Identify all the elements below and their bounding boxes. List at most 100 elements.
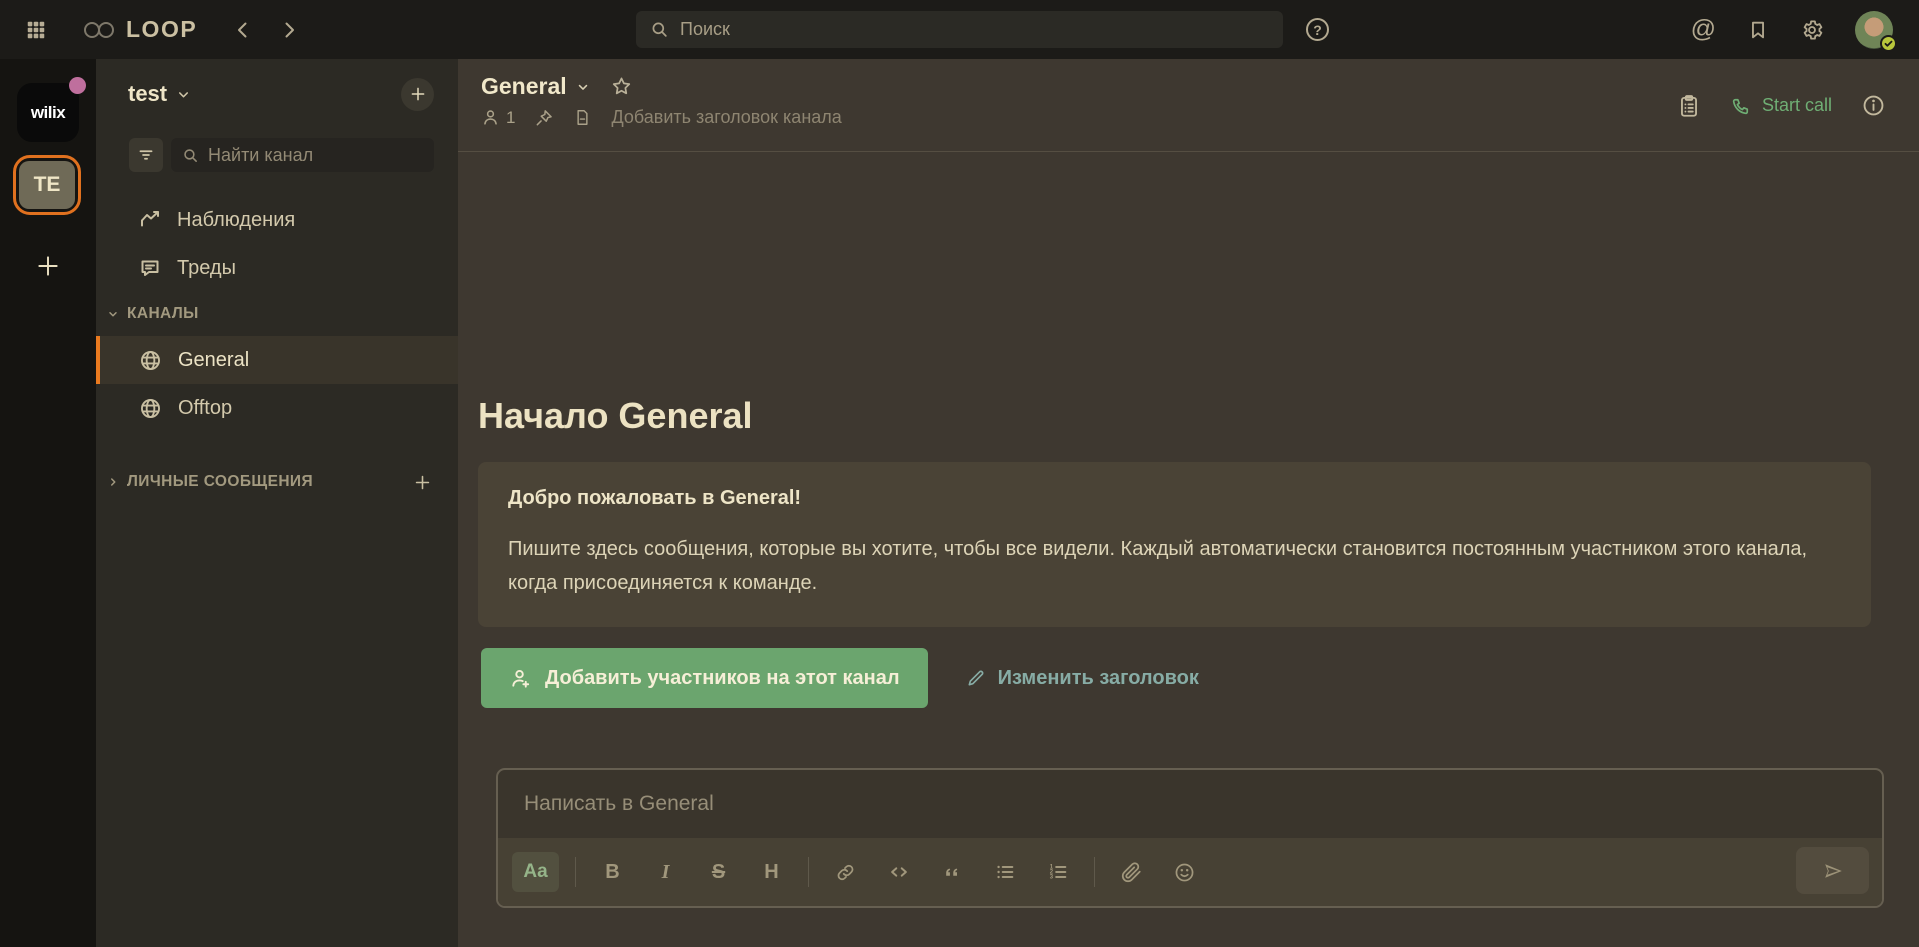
bullet-list-button[interactable] — [988, 852, 1021, 892]
welcome-card: Добро пожаловать в General! Пишите здесь… — [478, 462, 1871, 627]
edit-header-label: Изменить заголовок — [998, 667, 1199, 690]
header-right-cluster: @ — [1691, 0, 1893, 59]
team-button-te[interactable]: TE — [13, 155, 81, 215]
member-count: 1 — [506, 108, 515, 128]
send-button[interactable] — [1796, 847, 1869, 894]
toolbar-divider — [1094, 857, 1095, 887]
settings-gear-icon[interactable] — [1800, 18, 1824, 42]
formatting-toolbar: Aa B I S H 123 — [498, 838, 1882, 906]
saved-posts-icon[interactable] — [1747, 19, 1769, 41]
search-icon — [182, 147, 199, 164]
section-label: КАНАЛЫ — [127, 305, 432, 323]
help-circle-icon[interactable]: ? — [1306, 18, 1329, 41]
add-channel-button[interactable] — [401, 78, 434, 111]
global-search-input[interactable] — [680, 19, 1269, 40]
header-left-cluster: LOOP — [0, 0, 301, 59]
global-header: LOOP ? @ — [0, 0, 1919, 59]
channel-header: General 1 Добавить за — [458, 59, 1919, 152]
channel-sidebar: test Наблюдения — [96, 59, 458, 947]
plus-icon — [413, 473, 432, 492]
code-icon — [888, 861, 910, 883]
history-nav — [231, 18, 301, 42]
favorite-star-icon[interactable] — [610, 75, 633, 98]
edit-header-button[interactable]: Изменить заголовок — [966, 667, 1199, 690]
workspace-logo[interactable]: wilix — [17, 83, 79, 142]
paperclip-icon — [1121, 862, 1142, 883]
global-search[interactable] — [636, 11, 1283, 48]
channel-label: Offtop — [178, 397, 232, 420]
sidebar-nav: Наблюдения Треды — [96, 196, 458, 292]
sidebar-item-label: Наблюдения — [177, 209, 295, 232]
code-button[interactable] — [882, 852, 915, 892]
channel-item-offtop[interactable]: Offtop — [96, 384, 458, 432]
start-call-label: Start call — [1762, 95, 1832, 116]
sidebar-item-label: Треды — [177, 257, 236, 280]
welcome-text: Пишите здесь сообщения, которые вы хотит… — [508, 532, 1841, 600]
person-add-icon — [509, 667, 532, 690]
sidebar-item-insights[interactable]: Наблюдения — [96, 196, 458, 244]
link-button[interactable] — [829, 852, 862, 892]
add-members-button[interactable]: Добавить участников на этот канал — [481, 648, 928, 708]
sidebar-search-row — [129, 138, 434, 172]
channel-search-input[interactable] — [208, 145, 423, 166]
sidebar-header: test — [128, 76, 434, 112]
search-icon — [650, 20, 669, 39]
channel-tasks-icon[interactable] — [1676, 93, 1702, 119]
link-icon — [835, 862, 856, 883]
numbered-list-button[interactable]: 123 — [1041, 852, 1074, 892]
phone-icon — [1731, 96, 1751, 116]
app-logo-text: LOOP — [126, 16, 197, 43]
quote-button[interactable] — [935, 852, 968, 892]
history-forward-button[interactable] — [277, 18, 301, 42]
bold-button[interactable]: B — [596, 852, 629, 892]
team-menu-button[interactable]: test — [128, 81, 191, 107]
channel-intro-title: Начало General — [478, 395, 753, 437]
bullet-list-icon — [994, 861, 1016, 883]
add-team-button[interactable] — [35, 253, 61, 279]
attach-file-button[interactable] — [1115, 852, 1148, 892]
text-format-button[interactable]: Aa — [512, 852, 559, 892]
start-call-button[interactable]: Start call — [1731, 95, 1832, 116]
channel-search[interactable] — [171, 138, 434, 172]
section-direct-messages[interactable]: ЛИЧНЫЕ СООБЩЕНИЯ — [96, 460, 458, 504]
user-avatar[interactable] — [1855, 11, 1893, 49]
send-icon — [1821, 859, 1845, 883]
strikethrough-button[interactable]: S — [702, 852, 735, 892]
channel-header-actions: Start call — [1676, 59, 1886, 152]
channel-item-general[interactable]: General — [96, 336, 458, 384]
italic-button[interactable]: I — [649, 852, 682, 892]
help-glyph: ? — [1313, 22, 1322, 38]
chevron-down-icon — [176, 87, 191, 102]
section-channels[interactable]: КАНАЛЫ — [96, 292, 458, 336]
add-channel-header-button[interactable]: Добавить заголовок канала — [611, 107, 841, 128]
quote-icon — [942, 862, 962, 882]
heading-button[interactable]: H — [755, 852, 788, 892]
chevron-down-icon — [107, 308, 119, 320]
svg-text:3: 3 — [1049, 875, 1053, 881]
channel-title: General — [481, 73, 567, 100]
app-grid-icon[interactable] — [25, 19, 47, 41]
online-status-badge — [1880, 35, 1897, 52]
channel-filter-button[interactable] — [129, 138, 163, 172]
message-input[interactable] — [498, 770, 1882, 838]
app-root: LOOP ? @ — [0, 0, 1919, 947]
history-back-button[interactable] — [231, 18, 255, 42]
member-count-button[interactable]: 1 — [481, 108, 515, 128]
channel-info-icon[interactable] — [1861, 93, 1886, 118]
channel-files-icon[interactable] — [573, 108, 592, 127]
filter-icon — [137, 146, 155, 164]
channel-header-placeholder: Добавить заголовок канала — [611, 107, 841, 127]
add-direct-message-button[interactable] — [413, 473, 432, 492]
chevron-right-icon — [107, 476, 119, 488]
pinned-posts-icon[interactable] — [534, 108, 554, 128]
team-rail: wilix TE — [0, 59, 96, 947]
chevron-down-icon — [576, 80, 590, 94]
sidebar-item-threads[interactable]: Треды — [96, 244, 458, 292]
emoji-button[interactable] — [1168, 852, 1201, 892]
channel-menu-button[interactable]: General — [481, 73, 590, 100]
emoji-icon — [1173, 861, 1196, 884]
plus-icon — [409, 85, 427, 103]
at-mentions-icon[interactable]: @ — [1691, 17, 1716, 42]
message-composer: Aa B I S H 123 — [496, 768, 1884, 908]
welcome-heading: Добро пожаловать в General! — [508, 487, 1841, 510]
